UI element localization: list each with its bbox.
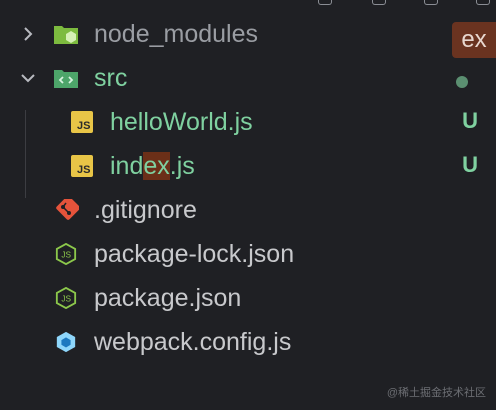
svg-text:JS: JS	[77, 120, 90, 132]
top-toolbar-fragment	[0, 0, 496, 8]
explorer-item-package-json[interactable]: JS package.json	[0, 276, 496, 320]
git-icon	[53, 199, 79, 221]
node-folder-icon	[53, 23, 79, 45]
nodejs-icon: JS	[53, 243, 79, 265]
svg-text:JS: JS	[61, 251, 71, 260]
webpack-icon	[53, 331, 79, 353]
chevron-down-icon[interactable]	[18, 68, 38, 88]
explorer-item-node-modules[interactable]: node_modules ex	[0, 12, 496, 58]
explorer-item-label: node_modules	[94, 20, 259, 48]
indent-guide	[25, 110, 26, 198]
explorer-item-label: package-lock.json	[94, 240, 295, 268]
label-segment: .js	[169, 152, 195, 180]
js-file-icon: JS	[70, 111, 96, 133]
src-folder-icon	[53, 67, 79, 89]
explorer-item-label: helloWorld.js	[110, 108, 253, 136]
search-highlight: ex	[143, 152, 170, 180]
chevron-right-icon[interactable]	[18, 24, 38, 44]
watermark: @稀土掘金技术社区	[387, 384, 486, 400]
explorer-item-label: .gitignore	[94, 196, 197, 224]
toolbar-icon[interactable]	[318, 0, 332, 5]
explorer-item-webpack-config-js[interactable]: webpack.config.js	[0, 320, 496, 364]
js-file-icon: JS	[70, 155, 96, 177]
untracked-badge: U	[462, 108, 478, 133]
nodejs-icon: JS	[53, 287, 79, 309]
svg-text:JS: JS	[77, 164, 90, 176]
explorer-item-label: webpack.config.js	[94, 328, 292, 356]
explorer-item-index-js[interactable]: JS index.js U	[0, 144, 496, 188]
search-match-badge: ex	[452, 22, 496, 58]
svg-text:JS: JS	[61, 295, 71, 304]
modified-dot-badge	[456, 76, 468, 88]
explorer-item-package-lock-json[interactable]: JS package-lock.json	[0, 232, 496, 276]
toolbar-icon[interactable]	[476, 0, 490, 5]
toolbar-icon[interactable]	[424, 0, 438, 5]
explorer-item-label: package.json	[94, 284, 242, 312]
explorer-item-label: index.js	[110, 150, 195, 182]
explorer-item-gitignore[interactable]: .gitignore	[0, 188, 496, 232]
explorer-item-helloworld-js[interactable]: JS helloWorld.js U	[0, 100, 496, 144]
toolbar-icon[interactable]	[372, 0, 386, 5]
label-segment: ind	[110, 152, 144, 180]
explorer-item-label: src	[94, 64, 128, 92]
untracked-badge: U	[462, 152, 478, 177]
explorer-item-src[interactable]: src	[0, 56, 496, 100]
watermark-text: @稀土掘金技术社区	[386, 387, 486, 399]
